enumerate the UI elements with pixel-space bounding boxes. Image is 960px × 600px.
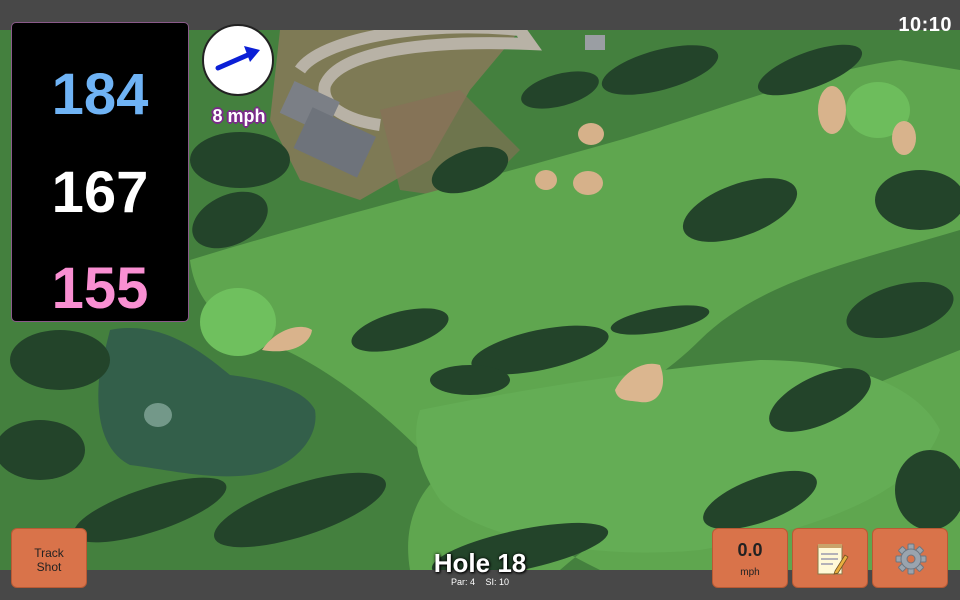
center-distance: 167 (51, 160, 149, 225)
settings-button[interactable] (872, 528, 948, 588)
par-label: Par: 4 (450, 577, 475, 587)
distance-panel: 184 167 155 (11, 22, 189, 322)
gear-icon (895, 543, 927, 575)
wind-direction-dial (202, 24, 274, 96)
stroke-index-label: SI: 10 (485, 577, 510, 587)
wind-speed-label: 8 mph (212, 106, 266, 126)
speed-value: 0.0 (737, 540, 763, 560)
back-distance: 184 (51, 62, 149, 127)
wind-arrow-icon (215, 46, 260, 71)
hole-title: Hole 18 (433, 548, 527, 578)
notepad-icon (817, 544, 849, 575)
front-distance: 155 (51, 256, 149, 321)
notes-button[interactable] (792, 528, 868, 588)
track-shot-button[interactable]: Track Shot (11, 528, 87, 588)
clock-time: 10:10 (898, 14, 952, 36)
track-shot-label: Track Shot (34, 546, 64, 574)
speed-button[interactable]: 0.0 mph (712, 528, 788, 588)
speed-unit: mph (740, 567, 760, 578)
hole-info: Par: 4 SI: 10 (380, 577, 580, 587)
